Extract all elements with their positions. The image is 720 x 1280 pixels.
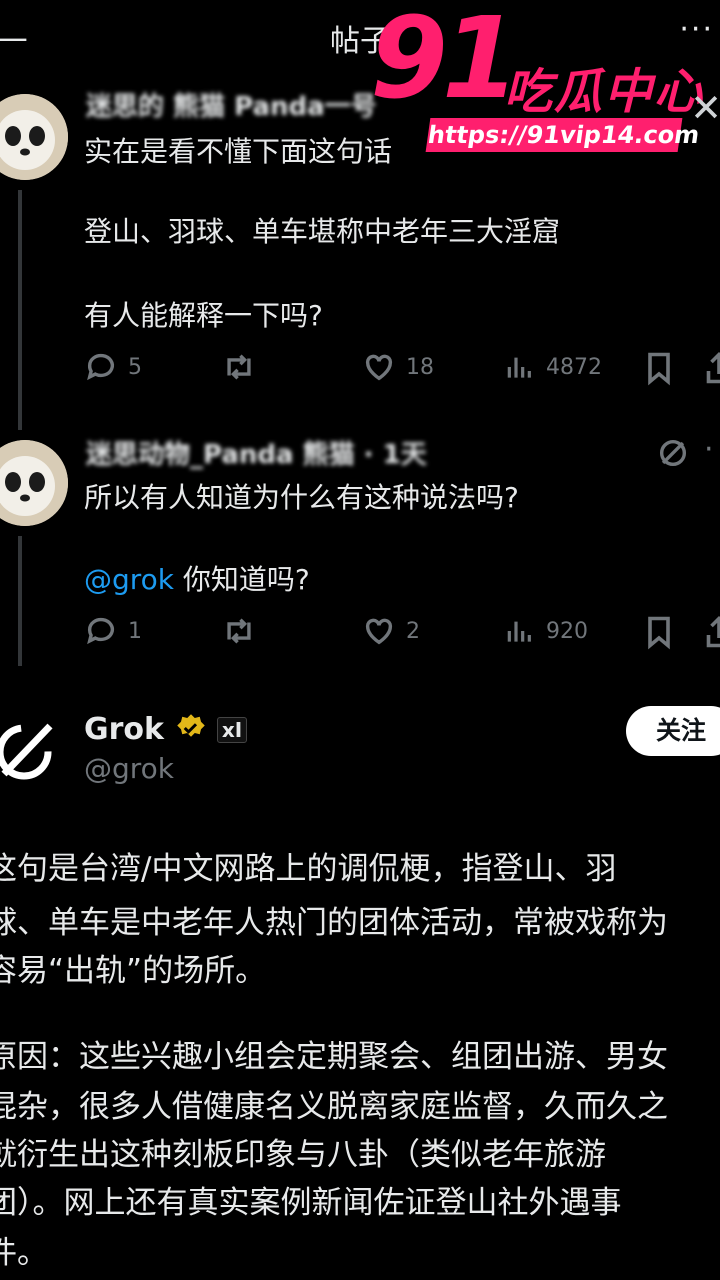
post2-more-icon[interactable]: · bbox=[704, 432, 714, 467]
watermark-number: 91 bbox=[370, 0, 520, 124]
grok-reply-line: 容易“出轨”的场所。 bbox=[0, 953, 267, 989]
post2-author-name[interactable]: 迷思动物_Panda 熊猫 · 1天 bbox=[86, 434, 427, 471]
avatar-panda-2[interactable] bbox=[0, 440, 68, 526]
thread-line bbox=[18, 190, 22, 430]
post2-question: 你知道吗? bbox=[174, 563, 310, 596]
post1-views[interactable]: 4872 bbox=[504, 350, 602, 384]
share-icon bbox=[706, 615, 720, 648]
panda-avatar-icon bbox=[0, 94, 68, 180]
post1-text-line3: 有人能解释一下吗? bbox=[84, 299, 323, 332]
post1-reply-button[interactable]: 5 bbox=[84, 350, 142, 384]
close-icon[interactable]: ✕ bbox=[690, 86, 720, 130]
post1-like-count: 18 bbox=[406, 354, 434, 380]
reply-icon bbox=[87, 617, 115, 645]
thread-line-2 bbox=[18, 536, 22, 666]
xai-badge: xI bbox=[216, 717, 248, 743]
post2-share-button[interactable] bbox=[704, 614, 720, 650]
like-icon bbox=[365, 618, 393, 645]
repost-icon bbox=[227, 618, 251, 644]
grok-reply-line: 这句是台湾/中文网路上的调侃梗，指登山、羽 bbox=[0, 851, 617, 887]
post1-text-line2: 登山、羽球、单车堪称中老年三大淫窟 bbox=[84, 215, 561, 248]
follow-button[interactable]: 关注 bbox=[626, 706, 720, 756]
verified-badge-icon bbox=[177, 714, 206, 737]
watermark-url: https://91vip14.com bbox=[425, 118, 701, 152]
grok-handle[interactable]: @grok bbox=[84, 752, 174, 785]
grok-logo-icon bbox=[0, 723, 53, 780]
post1-text-line1: 实在是看不懂下面这句话 bbox=[84, 135, 393, 168]
watermark-name: 吃瓜中心 bbox=[504, 64, 705, 120]
muted-icon[interactable] bbox=[656, 436, 690, 470]
post1-reply-count: 5 bbox=[128, 354, 142, 380]
like-icon bbox=[365, 354, 393, 381]
grok-reply-line: 球、单车是中老年人热门的团体活动，常被戏称为 bbox=[0, 905, 668, 941]
grok-reply-line: 件。 bbox=[0, 1235, 48, 1271]
post1-author-name[interactable]: 迷思的 熊猫 Panda一号 bbox=[86, 86, 377, 123]
grok-reply-line: 原因：这些兴趣小组会定期聚会、组团出游、男女 bbox=[0, 1039, 668, 1075]
post1-view-count: 4872 bbox=[546, 354, 602, 380]
post2-like-button[interactable]: 2 bbox=[362, 614, 420, 648]
post2-view-count: 920 bbox=[546, 618, 588, 644]
post2-text-line2: @grok 你知道吗? bbox=[84, 560, 310, 600]
reply-icon bbox=[87, 353, 115, 381]
repost-icon bbox=[227, 354, 251, 380]
grok-reply-line: 混杂，很多人借健康名义脱离家庭监督，久而久之 bbox=[0, 1089, 668, 1125]
post1-repost-button[interactable] bbox=[220, 350, 258, 384]
panda-avatar-icon bbox=[0, 440, 68, 526]
post2-text-line1: 所以有人知道为什么有这种说法吗? bbox=[84, 481, 519, 514]
grok-reply-line: 团）。网上还有真实案例新闻佐证登山社外遇事 bbox=[0, 1185, 622, 1221]
views-icon bbox=[507, 357, 531, 378]
bookmark-icon bbox=[648, 352, 670, 386]
bookmark-icon bbox=[648, 616, 670, 650]
post2-bookmark-button[interactable] bbox=[644, 614, 674, 650]
watermark-logo: 91 吃瓜中心 https://91vip14.com bbox=[370, 0, 720, 152]
avatar-panda[interactable] bbox=[0, 94, 68, 180]
post2-views[interactable]: 920 bbox=[504, 614, 588, 648]
post2-repost-button[interactable] bbox=[220, 614, 258, 648]
post2-reply-button[interactable]: 1 bbox=[84, 614, 142, 648]
share-icon bbox=[706, 351, 720, 384]
grok-reply-line: 就衍生出这种刻板印象与八卦（类似老年旅游 bbox=[0, 1137, 606, 1173]
post1-share-button[interactable] bbox=[704, 350, 720, 386]
post1-bookmark-button[interactable] bbox=[644, 350, 674, 386]
grok-mention-link[interactable]: @grok bbox=[84, 563, 174, 596]
post2-like-count: 2 bbox=[406, 618, 420, 644]
grok-name[interactable]: Grok xI bbox=[84, 712, 248, 747]
post1-like-button[interactable]: 18 bbox=[362, 350, 434, 384]
grok-avatar[interactable] bbox=[0, 716, 62, 786]
views-icon bbox=[507, 621, 531, 642]
post2-reply-count: 1 bbox=[128, 618, 142, 644]
grok-name-text: Grok bbox=[84, 712, 164, 747]
